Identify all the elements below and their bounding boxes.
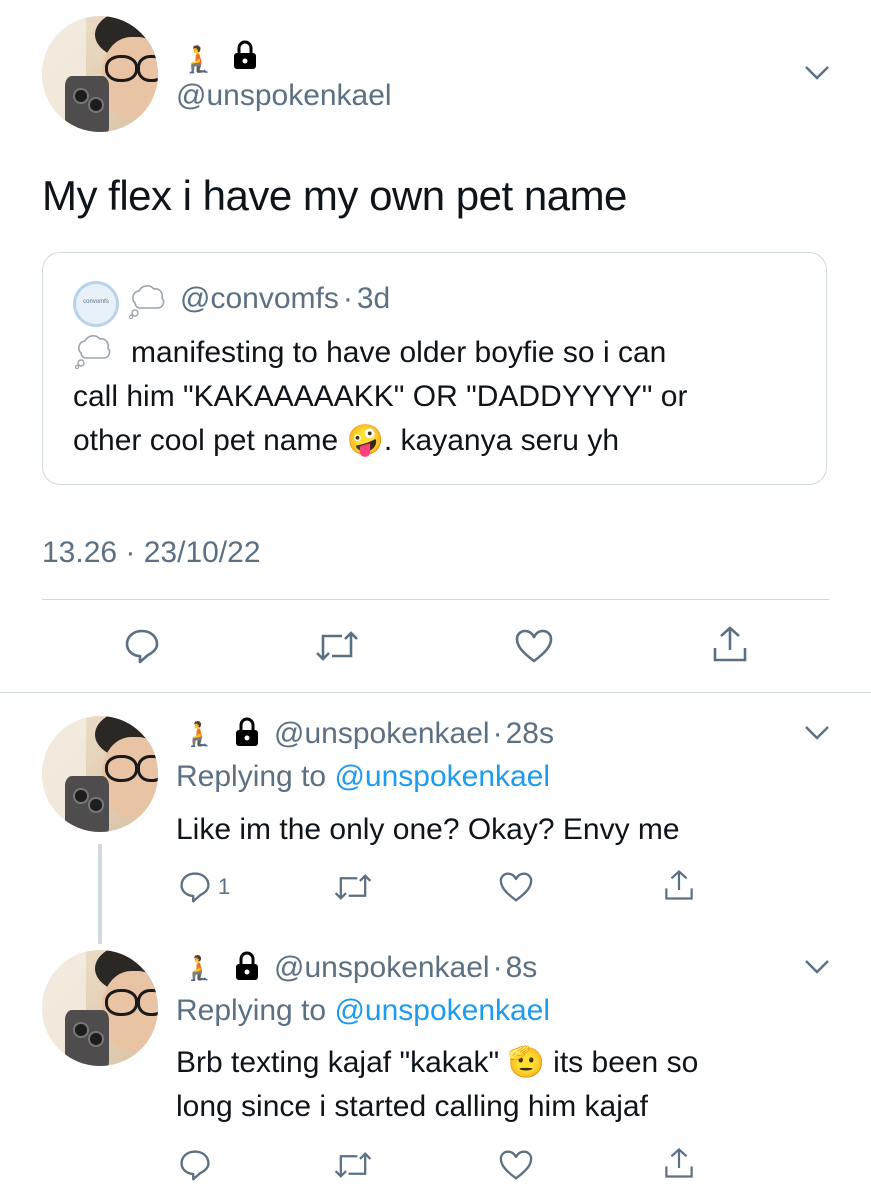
reply-time[interactable]: 8s — [506, 951, 538, 984]
quoted-text: . kayanya seru yh — [383, 424, 619, 457]
reply-time[interactable]: 28s — [506, 717, 554, 750]
reply-text: Like im the only one? Okay? Envy me — [176, 813, 680, 846]
tweet-timestamp[interactable]: 13.26 · 23/10/22 — [42, 535, 261, 571]
reply-text-line: Brb texting kajaf "kakak" 🫡 its been so — [176, 1045, 698, 1081]
replying-to: Replying to @unspokenkael — [176, 759, 550, 795]
chevron-down-icon[interactable] — [804, 724, 830, 742]
thread-line — [98, 844, 102, 944]
avatar[interactable] — [42, 16, 158, 132]
quoted-time[interactable]: 3d — [357, 282, 390, 315]
replying-prefix: Replying to — [176, 760, 327, 793]
reply-icon[interactable] — [178, 1148, 212, 1182]
reply-meta: @unspokenkael · 28s — [274, 716, 554, 752]
quoted-text: other cool pet name — [73, 424, 339, 457]
like-icon[interactable] — [514, 628, 554, 664]
retweet-icon[interactable] — [314, 629, 360, 663]
quoted-text-line: other cool pet name 🤪. kayanya seru yh — [73, 423, 619, 459]
replying-handle-link[interactable]: @unspokenkael — [334, 994, 550, 1027]
separator: · — [342, 282, 353, 315]
reply-text: its been so — [553, 1046, 699, 1079]
quoted-handle[interactable]: @convomfs — [180, 282, 339, 315]
quoted-avatar-text: convomfs — [83, 299, 109, 305]
zany-face-emoji: 🤪 — [346, 424, 384, 457]
chevron-down-icon[interactable] — [804, 64, 830, 82]
quoted-text-line: call him "KAKAAAAAKK" OR "DADDYYYY" or — [73, 380, 688, 413]
reply-text-line: long since i started calling him kajaf — [176, 1090, 648, 1123]
author-handle[interactable]: @unspokenkael — [176, 78, 392, 114]
replying-prefix: Replying to — [176, 994, 327, 1027]
retweet-icon[interactable] — [333, 1150, 373, 1180]
thought-bubble-icon — [73, 333, 113, 369]
reply-count: 1 — [218, 874, 231, 899]
reply-handle[interactable]: @unspokenkael — [274, 717, 490, 750]
reply-handle[interactable]: @unspokenkael — [274, 951, 490, 984]
reply-icon[interactable] — [123, 627, 161, 665]
share-icon[interactable] — [711, 624, 749, 664]
lock-icon — [234, 951, 260, 981]
thought-bubble-icon — [127, 283, 167, 319]
replying-handle-link[interactable]: @unspokenkael — [334, 760, 550, 793]
author-emoji: 🧎 — [184, 721, 214, 748]
author-emoji: 🧎 — [184, 955, 214, 982]
share-icon[interactable] — [663, 1146, 695, 1180]
saluting-face-emoji: 🫡 — [507, 1046, 545, 1079]
quoted-avatar[interactable]: convomfs — [73, 281, 119, 327]
quoted-tweet-card[interactable]: convomfs @convomfs · 3d manifesting to hav… — [42, 252, 827, 485]
separator: · — [492, 717, 503, 750]
share-icon[interactable] — [663, 868, 695, 902]
like-icon[interactable] — [498, 871, 534, 903]
lock-icon — [234, 717, 260, 747]
author-emoji: 🧎 — [182, 44, 215, 74]
reply-text: Brb texting kajaf "kakak" — [176, 1046, 500, 1079]
lock-icon — [232, 40, 258, 70]
avatar[interactable] — [42, 716, 158, 832]
divider — [0, 692, 871, 693]
quoted-meta: @convomfs · 3d — [180, 281, 390, 317]
like-icon[interactable] — [498, 1149, 534, 1181]
divider — [42, 599, 829, 600]
quoted-text-line: manifesting to have older boyfie so i ca… — [131, 336, 667, 369]
tweet-text: My flex i have my own pet name — [42, 172, 627, 219]
avatar[interactable] — [42, 950, 158, 1066]
chevron-down-icon[interactable] — [804, 958, 830, 976]
reply-icon[interactable] — [178, 870, 212, 904]
retweet-icon[interactable] — [333, 872, 373, 902]
replying-to: Replying to @unspokenkael — [176, 993, 550, 1029]
reply-meta: @unspokenkael · 8s — [274, 950, 537, 986]
separator: · — [492, 951, 503, 984]
